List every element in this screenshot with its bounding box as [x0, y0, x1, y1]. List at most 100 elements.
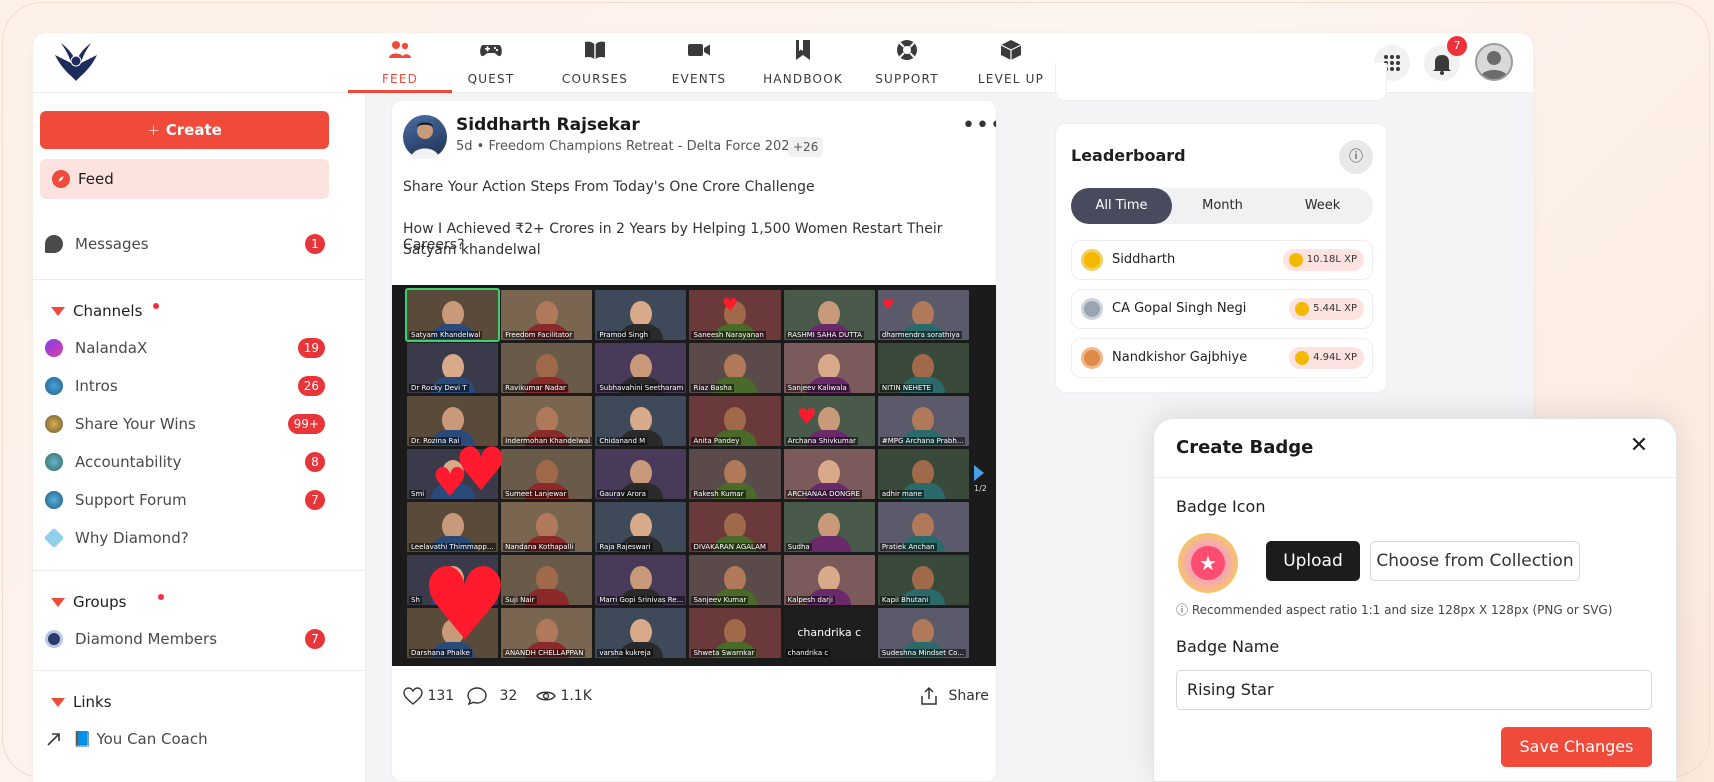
like-count: 131 [427, 688, 455, 704]
chat-bubble-icon [45, 235, 63, 253]
messages-count-badge: 1 [305, 234, 325, 254]
badge-icon-label: Badge Icon [1176, 497, 1266, 516]
comment-button[interactable]: 32 [467, 686, 517, 706]
leaderboard-name: Nandkishor Gajbhiye [1112, 350, 1248, 365]
video-icon [688, 44, 710, 56]
participant-name: Archana Shivkumar [785, 437, 858, 445]
nalandax-icon [45, 339, 63, 357]
share-button[interactable]: Share [920, 686, 989, 706]
user-avatar[interactable] [1475, 43, 1513, 81]
participant-name: Riaz Basha [691, 384, 734, 392]
create-button-label: Create [165, 121, 222, 139]
participant-name: ANANDH CHELLAPPAN [503, 649, 586, 657]
participant-name: Satyam Khandelwal [409, 331, 483, 339]
globe-icon [45, 453, 63, 471]
author-avatar[interactable] [403, 115, 447, 159]
cube-icon [1000, 40, 1022, 60]
post-video[interactable]: Satyam Khandelwal Freedom Facilitator Pram… [392, 285, 996, 666]
participant-tile: Subhavahini Seetharam [595, 343, 687, 393]
nav-quest[interactable]: QUEST [439, 33, 543, 93]
participant-tile: Marri Gopi Srinivas Re... [595, 555, 687, 605]
nav-courses[interactable]: COURSES [543, 33, 647, 93]
right-card-top [1055, 63, 1387, 101]
xp-value: 10.18L XP [1306, 254, 1357, 265]
participant-tile: Sumeet Lanjewar [501, 449, 593, 499]
sidebar-item-accountability[interactable]: Accountability 8 [45, 450, 325, 474]
external-link-arrow-icon [47, 733, 60, 746]
participant-name: Pramod Singh [597, 331, 651, 339]
save-changes-button[interactable]: Save Changes [1501, 727, 1652, 767]
coin-icon [1295, 351, 1310, 365]
participant-tile: Satyam Khandelwal [404, 288, 501, 342]
participant-tile: Darshana Phalke [407, 608, 499, 658]
participant-center-name: chandrika c [797, 626, 862, 639]
sidebar-item-diamond-members[interactable]: Diamond Members 7 [45, 627, 325, 651]
create-button[interactable]: + Create [40, 111, 329, 149]
choose-from-collection-button[interactable]: Choose from Collection [1370, 541, 1580, 581]
badge-name-input[interactable]: Rising Star [1176, 670, 1652, 710]
nav-feed[interactable]: FEED [348, 33, 452, 93]
sidebar-item-support-forum[interactable]: Support Forum 7 [45, 488, 325, 512]
nav-support[interactable]: SUPPORT [855, 33, 959, 93]
lifebuoy-icon [897, 40, 917, 60]
leaderboard-row[interactable]: CA Gopal Singh Negi 5.44L XP [1071, 289, 1373, 329]
upload-button[interactable]: Upload [1266, 541, 1360, 581]
participant-tile: Pramod Singh [595, 290, 687, 340]
tab-week[interactable]: Week [1272, 188, 1373, 224]
eagle-logo-icon[interactable] [51, 41, 101, 85]
post-extra-tag-count[interactable]: +26 [788, 137, 824, 157]
participant-tile: Sudeshna Mindset Co... [877, 608, 969, 658]
nav-handbook[interactable]: HANDBOOK [751, 33, 855, 93]
sidebar-divider [33, 279, 366, 280]
participant-name: Nandana Kothapalli [503, 543, 576, 551]
channels-section-header[interactable]: Channels [47, 300, 247, 322]
participant-tile: Sanjeev Kumar [689, 555, 781, 605]
channels-title: Channels [73, 302, 143, 320]
sidebar-item-messages[interactable]: Messages 1 [45, 232, 325, 256]
links-section-header[interactable]: Links [47, 691, 247, 713]
channel-label: Accountability [75, 453, 182, 471]
page-indicator: 1/2 [974, 484, 987, 493]
sidebar-item-share-your-wins[interactable]: Share Your Wins 99+ [45, 412, 325, 436]
like-button[interactable]: 131 [403, 686, 454, 706]
next-page-arrow-icon[interactable] [974, 465, 984, 481]
channel-count-badge: 7 [305, 490, 325, 510]
aspect-ratio-hint: ⓘ Recommended aspect ratio 1:1 and size … [1176, 601, 1612, 618]
unread-dot [158, 594, 164, 600]
participant-name: Raja Rajeswari [597, 543, 653, 551]
participant-tile: Chidanand M [595, 396, 687, 446]
participant-name: Dr. Rozina Rai [409, 437, 462, 445]
nav-level-up[interactable]: LEVEL UP [959, 33, 1063, 93]
sidebar-item-feed[interactable]: Feed [40, 159, 329, 199]
groups-title: Groups [73, 593, 127, 611]
xp-badge: 5.44L XP [1289, 298, 1364, 320]
tab-month[interactable]: Month [1172, 188, 1273, 224]
close-icon[interactable]: ✕ [1626, 433, 1652, 459]
info-icon[interactable]: ⓘ [1339, 140, 1373, 174]
sidebar-item-why-diamond[interactable]: Why Diamond? [43, 526, 325, 550]
participant-name: Sh [409, 596, 422, 604]
caret-down-icon [51, 307, 65, 316]
groups-section-header[interactable]: Groups [47, 591, 247, 613]
users-icon [389, 41, 411, 58]
badge-preview: ★ [1178, 533, 1238, 593]
tab-all-time[interactable]: All Time [1071, 188, 1172, 224]
participant-name: Shweta Swarnkar [691, 649, 757, 657]
coin-icon [1295, 302, 1310, 316]
participant-name: Suji Nair [503, 596, 537, 604]
participant-name: Sanjeev Kumar [691, 596, 749, 604]
sidebar-item-nalandax[interactable]: NalandaX 19 [45, 336, 325, 360]
sidebar-item-you-can-coach[interactable]: 📘 You Can Coach [45, 727, 325, 751]
leaderboard-row[interactable]: Nandkishor Gajbhiye 4.94L XP [1071, 338, 1373, 378]
silver-medal-icon [1081, 298, 1103, 320]
post-author-name[interactable]: Siddharth Rajsekar [456, 115, 640, 135]
participant-name: Leelavathi Thimmapp... [409, 543, 496, 551]
sidebar-item-intros[interactable]: Intros 26 [45, 374, 325, 398]
participant-name: Kalpesh darji [785, 596, 835, 604]
participant-tile: Rakesh Kumar [689, 449, 781, 499]
leaderboard-row[interactable]: Siddharth 10.18L XP [1071, 240, 1373, 280]
participant-body [807, 536, 852, 552]
more-options-icon[interactable]: ••• [962, 113, 996, 138]
channel-label: NalandaX [75, 339, 148, 357]
nav-events[interactable]: EVENTS [647, 33, 751, 93]
